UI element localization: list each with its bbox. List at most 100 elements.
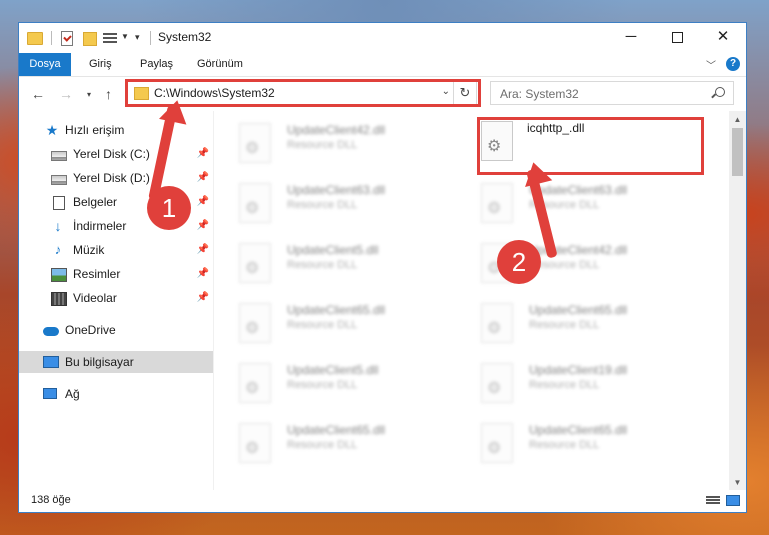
file-type: Resource DLL (287, 319, 358, 331)
folder-icon (134, 87, 149, 100)
downloads-icon: ↓ (54, 218, 62, 234)
help-icon[interactable]: ? (726, 57, 740, 71)
maximize-icon (671, 31, 683, 43)
file-name: UpdateClient65.dll (529, 303, 628, 317)
search-input[interactable]: Ara: System32 (490, 81, 734, 105)
dll-file-icon (239, 423, 271, 463)
computer-icon (43, 356, 59, 368)
file-name: UpdateClient5.dll (287, 243, 379, 257)
tab-file[interactable]: Dosya (19, 53, 71, 76)
dll-file-icon (481, 183, 513, 223)
address-path[interactable]: C:\Windows\System32 (154, 86, 275, 100)
file-item[interactable]: UpdateClient19.dll Resource DLL (481, 361, 691, 413)
sidebar-item-this-pc[interactable]: Bu bilgisayar (19, 351, 213, 373)
file-explorer-window: ▼ ▾ System32 ─ ✕ Dosya Giriş Paylaş Görü… (18, 22, 747, 513)
back-button[interactable]: ← (31, 86, 45, 102)
drive-icon (51, 175, 67, 185)
up-button[interactable]: ↑ (105, 86, 112, 102)
file-item[interactable]: UpdateClient63.dll Resource DLL (239, 181, 449, 233)
tab-view[interactable]: Görünüm (197, 53, 243, 76)
scroll-up-arrow-icon[interactable]: ▲ (729, 111, 746, 128)
scrollbar-thumb[interactable] (732, 128, 743, 176)
search-icon[interactable] (715, 87, 725, 97)
dll-file-icon (239, 183, 271, 223)
sidebar-item-label: Resimler (73, 267, 121, 281)
pin-icon[interactable]: 📌 (197, 239, 209, 261)
file-type: Resource DLL (287, 139, 358, 151)
dll-file-icon (239, 303, 271, 343)
sidebar-item-label: Yerel Disk (D:) (73, 171, 150, 185)
sidebar-item-onedrive[interactable]: OneDrive (19, 319, 213, 341)
maximize-button[interactable] (654, 23, 700, 53)
scroll-down-arrow-icon[interactable]: ▼ (729, 474, 746, 491)
forward-button[interactable]: → (59, 86, 73, 102)
file-item[interactable]: UpdateClient65.dll Resource DLL (239, 421, 449, 473)
window-title: System32 (158, 30, 212, 44)
tab-share[interactable]: Paylaş (140, 53, 173, 76)
file-item[interactable]: UpdateClient5.dll Resource DLL (239, 241, 449, 293)
file-item[interactable]: UpdateClient65.dll Resource DLL (481, 301, 691, 353)
pin-icon[interactable]: 📌 (197, 263, 209, 285)
search-placeholder: Ara: System32 (500, 87, 579, 101)
file-item[interactable]: UpdateClient65.dll Resource DLL (239, 301, 449, 353)
vertical-scrollbar[interactable]: ▲ ▼ (729, 111, 746, 491)
dll-file-icon (239, 123, 271, 163)
file-item[interactable]: UpdateClient5.dll Resource DLL (239, 361, 449, 413)
tab-home[interactable]: Giriş (89, 53, 112, 76)
file-name: UpdateClient65.dll (529, 423, 628, 437)
file-name: UpdateClient42.dll (287, 123, 386, 137)
file-name: UpdateClient63.dll (287, 183, 386, 197)
dll-file-icon (481, 423, 513, 463)
navigation-pane: ★ Hızlı erişim Yerel Disk (C:) 📌 Yerel D… (19, 111, 214, 491)
toolbar-separator (51, 31, 52, 45)
pin-icon[interactable]: 📌 (197, 167, 209, 189)
file-name: icqhttp_.dll (527, 121, 585, 135)
file-name: UpdateClient5.dll (287, 363, 379, 377)
sidebar-item-label: Müzik (73, 243, 105, 257)
title-bar: ▼ ▾ System32 ─ ✕ (19, 23, 746, 53)
sidebar-item-music[interactable]: ♪ Müzik 📌 (19, 239, 213, 261)
recent-locations-chevron-icon[interactable]: ▾ (87, 90, 91, 99)
pin-icon[interactable]: 📌 (197, 215, 209, 237)
close-button[interactable]: ✕ (700, 23, 746, 53)
dll-file-icon (481, 363, 513, 403)
file-item[interactable]: UpdateClient65.dll Resource DLL (481, 421, 691, 473)
sidebar-item-local-disk-c[interactable]: Yerel Disk (C:) 📌 (19, 143, 213, 165)
new-folder-icon[interactable] (83, 32, 97, 46)
step-badge-1: 1 (147, 186, 191, 230)
refresh-button[interactable]: ↻ (453, 82, 476, 104)
sidebar-item-label: Ağ (65, 387, 80, 401)
file-item-highlighted[interactable]: icqhttp_.dll (481, 119, 691, 171)
properties-check-icon[interactable] (61, 31, 73, 46)
sidebar-item-label: Bu bilgisayar (65, 355, 134, 369)
sidebar-item-network[interactable]: Ağ (19, 383, 213, 405)
file-type: Resource DLL (529, 439, 600, 451)
details-view-icon[interactable] (706, 495, 720, 506)
minimize-button[interactable]: ─ (608, 23, 654, 53)
file-name: UpdateClient63.dll (529, 183, 628, 197)
sidebar-item-pictures[interactable]: Resimler 📌 (19, 263, 213, 285)
file-type: Resource DLL (287, 199, 358, 211)
pin-icon[interactable]: 📌 (197, 191, 209, 213)
file-item[interactable]: UpdateClient63.dll Resource DLL (481, 181, 691, 233)
music-icon: ♪ (54, 242, 62, 257)
documents-icon (53, 196, 65, 210)
pin-icon[interactable]: 📌 (197, 287, 209, 309)
properties-list-icon[interactable] (103, 31, 117, 45)
sidebar-item-label: Videolar (73, 291, 117, 305)
file-type: Resource DLL (529, 379, 600, 391)
toolbar-separator (150, 31, 151, 45)
file-item[interactable]: UpdateClient42.dll Resource DLL (239, 121, 449, 173)
file-type: Resource DLL (287, 259, 358, 271)
file-type: Resource DLL (287, 439, 358, 451)
customize-toolbar-chevron-icon[interactable]: ▼ (121, 32, 129, 41)
step-badge-2: 2 (497, 240, 541, 284)
address-dropdown-chevron-icon[interactable]: ⌄ (442, 86, 450, 97)
sidebar-item-local-disk-d[interactable]: Yerel Disk (D:) 📌 (19, 167, 213, 189)
large-icons-view-icon[interactable] (726, 495, 740, 506)
quick-access-dropdown-icon[interactable]: ▾ (135, 32, 140, 43)
pin-icon[interactable]: 📌 (197, 143, 209, 165)
network-icon (43, 388, 57, 399)
expand-ribbon-chevron-icon[interactable]: ﹀ (706, 57, 716, 72)
sidebar-item-videos[interactable]: Videolar 📌 (19, 287, 213, 309)
